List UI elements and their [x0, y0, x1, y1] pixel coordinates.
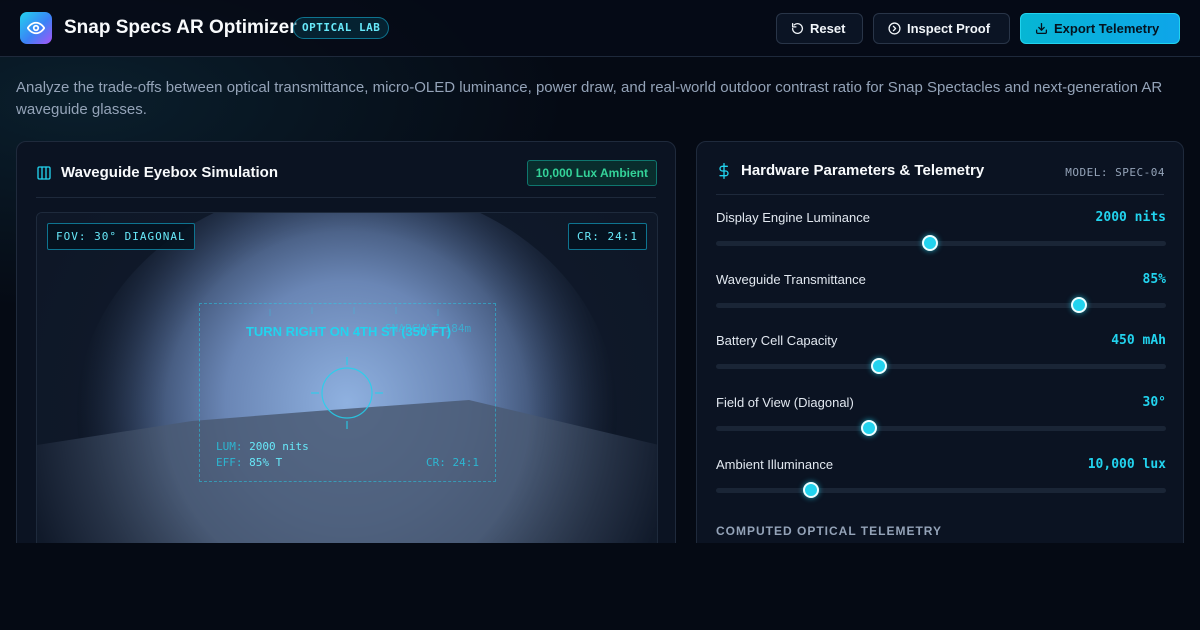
fov-slider-track[interactable] [716, 420, 1166, 436]
ambient-slider-track[interactable] [716, 482, 1166, 498]
hud-lum-label: LUM: [216, 440, 243, 453]
rotate-ccw-icon [791, 22, 803, 34]
app-header: Snap Specs AR Optimizer OPTICAL LAB Rese… [0, 0, 1200, 57]
transmittance-slider-track[interactable] [716, 297, 1166, 313]
parameters-divider [716, 194, 1164, 195]
hud-navigation-text: TURN RIGHT ON 4TH ST (350 FT) [245, 324, 452, 339]
param-label: Waveguide Transmittance [716, 272, 866, 287]
hud-luminance-readout: LUM: 2000 nits [216, 440, 309, 453]
battery-slider-track[interactable] [716, 358, 1166, 374]
hud-contrast-readout: CR: 24:1 [426, 456, 479, 469]
reset-button[interactable]: Reset [776, 13, 863, 44]
model-label: MODEL: SPEC-04 [1065, 166, 1165, 179]
luminance-slider-track[interactable] [716, 235, 1166, 251]
computed-telemetry-heading: COMPUTED OPTICAL TELEMETRY [716, 524, 943, 538]
inspect-proof-button[interactable]: Inspect Proof [873, 13, 1010, 44]
luminance-slider-thumb[interactable] [922, 235, 939, 251]
download-icon [1035, 22, 1048, 35]
eyebox-viewport[interactable]: FOV: 30° DIAGONAL CR: 24:1 SNAPCHAT 184m… [36, 212, 658, 552]
hud-eff-value: 85% T [249, 456, 283, 469]
param-value: 2000 nits [1095, 210, 1166, 225]
param-transmittance: Waveguide Transmittance 85% [716, 272, 1166, 318]
transmittance-slider-thumb[interactable] [1071, 297, 1088, 313]
dollar-icon [719, 162, 729, 179]
simulation-card-title: Waveguide Eyebox Simulation [36, 164, 278, 181]
param-value: 85% [1142, 272, 1166, 287]
page-description: Analyze the trade-offs between optical t… [16, 79, 1163, 118]
param-fov: Field of View (Diagonal) 30° [716, 395, 1166, 441]
app-title: Snap Specs AR Optimizer [64, 17, 297, 38]
simulation-divider [36, 197, 656, 198]
ambient-lux-badge: 10,000 Lux Ambient [526, 160, 657, 186]
parameters-card-title: Hardware Parameters & Telemetry [716, 162, 984, 179]
param-value: 450 mAh [1111, 333, 1166, 348]
hud-cr-label: CR: [426, 456, 446, 469]
hud-cr-value: 24:1 [452, 456, 480, 469]
parameters-card: Hardware Parameters & Telemetry MODEL: S… [696, 141, 1184, 561]
param-battery: Battery Cell Capacity 450 mAh [716, 333, 1166, 379]
param-luminance: Display Engine Luminance 2000 nits [716, 210, 1166, 256]
contrast-ratio-tag: CR: 24:1 [568, 223, 647, 250]
fov-tag: FOV: 30° DIAGONAL [47, 223, 195, 250]
optical-lab-badge: OPTICAL LAB [293, 17, 390, 39]
fov-slider-thumb[interactable] [861, 420, 877, 436]
export-telemetry-button-label: Export Telemetry [1054, 21, 1160, 36]
inspect-proof-button-label: Inspect Proof [907, 21, 991, 36]
param-label: Field of View (Diagonal) [716, 395, 854, 410]
param-value: 10,000 lux [1087, 457, 1166, 472]
columns-icon [37, 165, 51, 180]
hud-efficiency-readout: EFF: 85% T [216, 456, 282, 469]
simulation-title-text: Waveguide Eyebox Simulation [61, 164, 278, 181]
page-bottom [0, 543, 1200, 630]
hud-eff-label: EFF: [216, 456, 243, 469]
parameters-title-text: Hardware Parameters & Telemetry [741, 162, 985, 179]
param-label: Display Engine Luminance [716, 210, 870, 225]
simulation-card: Waveguide Eyebox Simulation 10,000 Lux A… [16, 141, 676, 561]
export-telemetry-button[interactable]: Export Telemetry [1020, 13, 1180, 44]
eye-logo-icon [20, 12, 52, 44]
hud-lum-value: 2000 nits [249, 440, 309, 453]
param-value: 30° [1142, 395, 1166, 410]
hud-overlay: SNAPCHAT 184m TURN RIGHT ON 4TH ST (350 … [199, 303, 496, 482]
param-ambient: Ambient Illuminance 10,000 lux [716, 457, 1166, 503]
ambient-slider-thumb[interactable] [802, 482, 819, 498]
reset-button-label: Reset [810, 21, 846, 36]
battery-slider-thumb[interactable] [871, 358, 888, 374]
param-label: Ambient Illuminance [716, 457, 834, 472]
param-label: Battery Cell Capacity [716, 333, 838, 348]
chevron-circle-icon [888, 22, 901, 35]
